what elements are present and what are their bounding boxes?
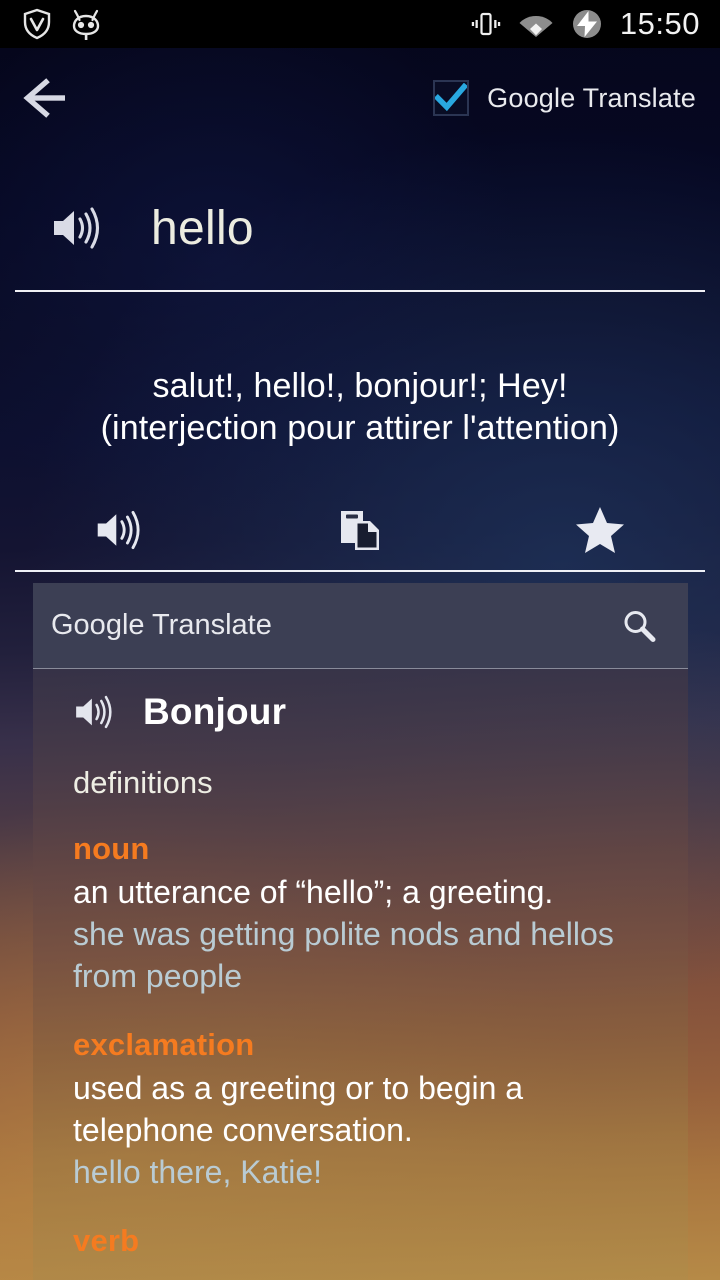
part-of-speech-label: verb: [73, 1223, 140, 1258]
listen-button[interactable]: [0, 495, 240, 565]
sense-definition: used as a greeting or to begin a telepho…: [73, 1070, 524, 1148]
definition-body: Bonjour definitions noun an utterance of…: [33, 673, 688, 1259]
vibrate-icon: [471, 9, 501, 39]
sense-noun: noun an utterance of “hello”; a greeting…: [73, 831, 668, 997]
definition-card: Google Translate Bonjour definitions nou…: [33, 583, 688, 1280]
headword: Bonjour: [143, 691, 287, 732]
speaker-icon: [94, 507, 146, 553]
star-icon: [574, 505, 626, 555]
back-arrow-icon: [20, 76, 76, 120]
sense-example: she was getting polite nods and hellos f…: [73, 916, 614, 994]
sense-example: hello there, Katie!: [73, 1154, 323, 1190]
back-button[interactable]: [0, 48, 96, 148]
status-bar-right-icons: 15:50: [471, 6, 720, 42]
speaker-icon[interactable]: [73, 693, 117, 731]
app-name-label: Google Translate: [487, 82, 696, 113]
action-bar: Google Translate: [0, 48, 720, 148]
sense-verb: verb: [73, 1223, 668, 1259]
sense-definition: an utterance of “hello”; a greeting.: [73, 874, 554, 910]
speaker-icon[interactable]: [50, 204, 106, 252]
action-divider: [15, 570, 705, 572]
search-icon[interactable]: [620, 607, 658, 645]
query-divider: [15, 290, 705, 292]
translation-line-1: salut!, hello!, bonjour!; Hey!: [152, 367, 568, 405]
part-of-speech-label: noun: [73, 831, 150, 866]
app-checkbox[interactable]: [433, 80, 470, 116]
card-search-bar[interactable]: Google Translate: [33, 583, 688, 669]
app-indicator[interactable]: Google Translate: [433, 80, 696, 116]
part-of-speech-label: exclamation: [73, 1027, 255, 1062]
cyanogenmod-cid-icon: [70, 7, 102, 41]
query-word: hello: [151, 201, 254, 255]
charging-bolt-icon: [571, 8, 603, 40]
copy-icon: [337, 505, 383, 555]
wifi-icon: [518, 10, 554, 38]
favorite-button[interactable]: [480, 495, 720, 565]
status-bar-clock: 15:50: [619, 6, 700, 41]
phone-screen: 15:50 Google Translate hello salut!, hel…: [0, 0, 720, 1280]
privacy-guard-shield-icon: [22, 8, 52, 40]
headword-row: Bonjour: [53, 673, 668, 751]
copy-button[interactable]: [240, 495, 480, 565]
sense-exclamation: exclamation used as a greeting or to beg…: [73, 1027, 668, 1193]
status-bar-left-icons: [0, 7, 102, 41]
action-icon-row: [0, 495, 720, 565]
status-bar: 15:50: [0, 0, 720, 48]
query-row: hello: [0, 180, 720, 276]
translation-line-2: (interjection pour attirer l'attention): [100, 409, 620, 447]
card-search-label: Google Translate: [51, 609, 272, 641]
definitions-section-label: definitions: [73, 765, 213, 800]
translation-block: salut!, hello!, bonjour!; Hey! (interjec…: [0, 365, 720, 449]
